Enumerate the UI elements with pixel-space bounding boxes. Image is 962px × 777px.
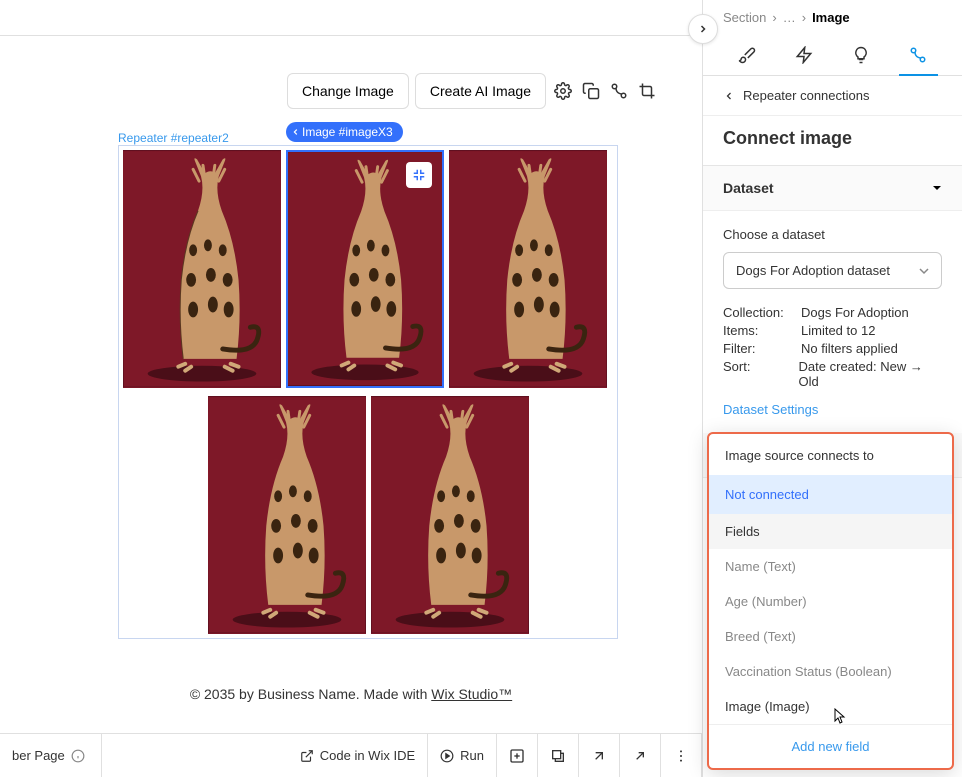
tab-animation[interactable]	[778, 35, 829, 75]
crop-icon[interactable]	[636, 80, 658, 102]
layers-tool-icon[interactable]	[538, 734, 579, 777]
lightbulb-icon	[852, 46, 870, 64]
brush-icon	[738, 46, 756, 64]
cat-image	[450, 151, 606, 387]
bolt-icon	[795, 46, 813, 64]
meta-value: No filters applied	[801, 341, 898, 356]
wix-studio-link[interactable]: Wix Studio™	[431, 686, 512, 702]
add-new-field-link[interactable]: Add new field	[709, 724, 952, 768]
connect-data-icon	[909, 46, 927, 64]
page-selector[interactable]: ber Page	[0, 734, 102, 777]
create-ai-image-button[interactable]: Create AI Image	[415, 73, 546, 109]
meta-value: Limited to 12	[801, 323, 875, 338]
pointer-cursor-icon	[831, 708, 847, 729]
tab-design[interactable]	[721, 35, 772, 75]
caret-down-icon	[932, 183, 942, 193]
meta-label: Filter:	[723, 341, 801, 356]
run-button[interactable]: Run	[428, 734, 497, 777]
external-link-icon	[300, 749, 314, 763]
cat-image	[372, 397, 528, 633]
bottom-toolbar: ber Page Code in Wix IDE Run	[0, 733, 702, 777]
image-toolbar: Change Image Create AI Image	[287, 73, 658, 109]
chevron-right-icon	[697, 23, 709, 35]
dropdown-title: Image source connects to	[709, 434, 952, 475]
meta-label: Items:	[723, 323, 801, 338]
cat-image	[124, 151, 280, 387]
tab-data[interactable]	[893, 35, 944, 75]
add-tool-icon[interactable]	[497, 734, 538, 777]
tab-interactions[interactable]	[836, 35, 887, 75]
dropdown-fields-header: Fields	[709, 514, 952, 549]
code-label: Code in Wix IDE	[320, 748, 415, 763]
chevron-left-icon	[723, 90, 735, 102]
connect-icon[interactable]	[608, 80, 630, 102]
panel-tabs	[703, 33, 962, 76]
chevron-down-icon	[919, 266, 929, 276]
meta-row: Filter:No filters applied	[723, 341, 942, 356]
dataset-settings-link[interactable]: Dataset Settings	[723, 402, 818, 417]
footer-prefix: © 2035 by Business Name. Made with	[190, 686, 431, 702]
page-footer-text: © 2035 by Business Name. Made with Wix S…	[0, 686, 702, 702]
dropdown-option-not-connected[interactable]: Not connected	[709, 475, 952, 514]
image-item[interactable]	[449, 150, 607, 388]
image-id-text: Image #imageX3	[302, 125, 393, 139]
play-icon	[440, 749, 454, 763]
panel-subheader-text: Repeater connections	[743, 88, 869, 103]
image-row	[119, 146, 617, 392]
arrow-tool-icon[interactable]	[620, 734, 661, 777]
dataset-section-header[interactable]: Dataset	[703, 166, 962, 211]
collapse-icon[interactable]	[406, 162, 432, 188]
image-item[interactable]	[371, 396, 529, 634]
dataset-section-body: Choose a dataset Dogs For Adoption datas…	[703, 211, 962, 433]
dataset-select[interactable]: Dogs For Adoption dataset	[723, 252, 942, 289]
dropdown-field-breed[interactable]: Breed (Text)	[709, 619, 952, 654]
expand-tool-icon[interactable]	[579, 734, 620, 777]
dropdown-field-vaccination[interactable]: Vaccination Status (Boolean)	[709, 654, 952, 689]
dropdown-field-age[interactable]: Age (Number)	[709, 584, 952, 619]
image-row	[119, 392, 617, 638]
code-in-ide-button[interactable]: Code in Wix IDE	[288, 734, 428, 777]
chevron-left-icon	[292, 128, 300, 136]
change-image-button[interactable]: Change Image	[287, 73, 409, 109]
breadcrumb-root[interactable]: Section	[723, 10, 766, 25]
meta-row: Sort:Date created: New → Old	[723, 359, 942, 389]
dropdown-field-name[interactable]: Name (Text)	[709, 549, 952, 584]
chevron-right-icon: ›	[802, 10, 806, 25]
info-icon	[71, 749, 85, 763]
repeater-id-label: Repeater #repeater2	[118, 131, 229, 145]
meta-label: Collection:	[723, 305, 801, 320]
breadcrumb-current: Image	[812, 10, 850, 25]
copy-icon[interactable]	[580, 80, 602, 102]
meta-value: Date created: New → Old	[799, 359, 942, 389]
expand-panel-button[interactable]	[688, 14, 718, 44]
image-item-selected[interactable]	[286, 150, 444, 388]
panel-back-header[interactable]: Repeater connections	[703, 76, 962, 116]
dataset-section-label: Dataset	[723, 180, 774, 196]
more-tool-icon[interactable]	[661, 734, 702, 777]
dataset-select-value: Dogs For Adoption dataset	[736, 263, 890, 278]
image-id-label[interactable]: Image #imageX3	[286, 122, 403, 142]
meta-value: Dogs For Adoption	[801, 305, 909, 320]
meta-label: Sort:	[723, 359, 799, 389]
image-item[interactable]	[208, 396, 366, 634]
image-item[interactable]	[123, 150, 281, 388]
cat-image	[209, 397, 365, 633]
meta-row: Collection:Dogs For Adoption	[723, 305, 942, 320]
repeater-container[interactable]	[118, 145, 618, 639]
run-label: Run	[460, 748, 484, 763]
panel-title: Connect image	[703, 116, 962, 166]
chevron-right-icon: ›	[772, 10, 776, 25]
page-label: ber Page	[12, 748, 65, 763]
settings-icon[interactable]	[552, 80, 574, 102]
meta-row: Items:Limited to 12	[723, 323, 942, 338]
choose-dataset-label: Choose a dataset	[723, 227, 942, 242]
breadcrumb: Section › … › Image	[703, 0, 962, 33]
breadcrumb-ellipsis[interactable]: …	[783, 10, 796, 25]
